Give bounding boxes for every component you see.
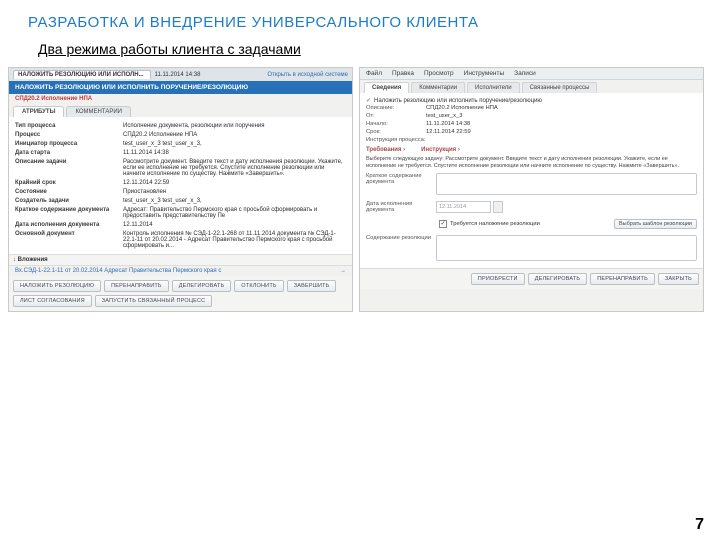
left-tabs: АТРИБУТЫ КОММЕНТАРИИ (9, 106, 352, 117)
rbtn-delegate[interactable]: Делегировать (528, 273, 588, 285)
sec-instruction[interactable]: Инструкция › (421, 144, 460, 154)
btn-select-template[interactable]: Выбрать шаблон резолюции (614, 219, 697, 229)
menu-file[interactable]: Файл (366, 70, 382, 77)
slide-title: РАЗРАБОТКА И ВНЕДРЕНИЕ УНИВЕРСАЛЬНОГО КЛ… (0, 0, 720, 33)
btn-start-linked[interactable]: ЗАПУСТИТЬ СВЯЗАННЫЙ ПРОЦЕСС (95, 295, 213, 307)
tab-attributes[interactable]: АТРИБУТЫ (13, 106, 64, 117)
v-from: test_user_x_3 (426, 113, 697, 119)
input-resolution[interactable] (436, 235, 697, 261)
menu-records[interactable]: Записи (514, 70, 536, 77)
val-maindoc[interactable]: Контроль исполнения № СЭД-1-22.1-268 от … (123, 231, 346, 249)
val-desc: Рассмотрите документ. Введите текст и да… (123, 159, 346, 177)
val-creator[interactable]: test_user_x_3 test_user_x_3, (123, 198, 346, 204)
lbl-maindoc: Основной документ (15, 231, 123, 249)
web-client-panel: НАЛОЖИТЬ РЕЗОЛЮЦИЮ ИЛИ ИСПОЛН... 11.11.2… (8, 67, 353, 312)
window-tab[interactable]: НАЛОЖИТЬ РЕЗОЛЮЦИЮ ИЛИ ИСПОЛН... (13, 70, 151, 79)
v-desc: СПД20.2 Исполнение НПА (426, 105, 697, 111)
right-action-bar: Приобрести Делегировать Перенаправить За… (360, 268, 703, 289)
val-start: 11.11.2014 14:38 (123, 150, 346, 156)
k-from: От: (366, 113, 426, 119)
lbl-res-content: Содержание резолюции (366, 235, 436, 241)
val-initiator[interactable]: test_user_x_3 test_user_x_3, (123, 141, 346, 147)
rtab-linked[interactable]: Связанные процессы (522, 82, 598, 93)
checkbox-need-resolution[interactable]: ✓ (439, 220, 447, 228)
v-begin: 11.11.2014 14:38 (426, 121, 697, 127)
btn-approval-sheet[interactable]: ЛИСТ СОГЛАСОВАНИЯ (13, 295, 92, 307)
lbl-desc: Описание задачи (15, 159, 123, 177)
val-summary: Адресат: Правительство Пермского края с … (123, 207, 346, 219)
calendar-icon[interactable] (493, 201, 503, 213)
lbl-deadline: Крайний срок (15, 180, 123, 186)
lbl-process: Процесс (15, 132, 123, 138)
btn-redirect[interactable]: ПЕРЕНАПРАВИТЬ (104, 280, 169, 292)
attachment-open-icon[interactable]: → (340, 268, 346, 274)
k-due: Срок: (366, 129, 426, 135)
btn-reject[interactable]: ОТКЛОНИТЬ (234, 280, 283, 292)
lbl-exec-date-r: Дата исполнения документа (366, 201, 436, 213)
val-exec-date: 12.11.2014 (123, 222, 346, 228)
attachments-header[interactable]: ↓ Вложения (9, 254, 352, 266)
page-number: 7 (695, 516, 704, 534)
app-menu: Файл Правка Просмотр Инструменты Записи (360, 68, 703, 80)
k-pinstr: Инструкция процесса: (366, 137, 456, 143)
action-bar: НАЛОЖИТЬ РЕЗОЛЮЦИЮ ПЕРЕНАПРАВИТЬ ДЕЛЕГИР… (9, 276, 352, 311)
slide-subtitle: Два режима работы клиента с задачами (0, 33, 720, 63)
v-pinstr (456, 137, 697, 143)
val-type: Исполнение документа, резолюции или пору… (123, 123, 346, 129)
menu-tools[interactable]: Инструменты (464, 70, 505, 77)
right-tabs: Сведения Комментарии Исполнители Связанн… (360, 80, 703, 93)
lbl-creator: Создатель задачи (15, 198, 123, 204)
attachment-link[interactable]: Вх.СЭД-1-22.1-11 от 20.02.2014 Адресат П… (15, 268, 221, 274)
menu-view[interactable]: Просмотр (424, 70, 454, 77)
lbl-state: Состояние (15, 189, 123, 195)
desktop-client-panel: Файл Правка Просмотр Инструменты Записи … (359, 67, 704, 312)
rtab-comments[interactable]: Комментарии (411, 82, 465, 93)
menu-edit[interactable]: Правка (392, 70, 414, 77)
rtab-info[interactable]: Сведения (364, 82, 409, 93)
k-begin: Начало: (366, 121, 426, 127)
sec-requirements[interactable]: Требования › (366, 144, 405, 154)
instruction-text: Выберите следующую задачу: Рассмотрите д… (366, 154, 697, 170)
lbl-summary-r: Краткое содержание документа (366, 173, 436, 185)
input-summary[interactable] (436, 173, 697, 195)
rbtn-redirect[interactable]: Перенаправить (590, 273, 655, 285)
lbl-initiator: Инициатор процесса (15, 141, 123, 147)
process-name: СПД20.2 Исполнение НПА (9, 94, 352, 106)
input-exec-date[interactable]: 12.11.2014 (436, 201, 491, 213)
btn-complete[interactable]: ЗАВЕРШИТЬ (287, 280, 337, 292)
lbl-start: Дата старта (15, 150, 123, 156)
timestamp: 11.11.2014 14:38 (155, 72, 201, 78)
chk-label: Требуется наложение резолюции (450, 221, 540, 227)
open-source-link[interactable]: Открыть в исходной системе (267, 72, 348, 78)
rbtn-acquire[interactable]: Приобрести (471, 273, 525, 285)
val-deadline: 12.11.2014 22:59 (123, 180, 346, 186)
rbtn-close[interactable]: Закрыть (658, 273, 699, 285)
btn-delegate[interactable]: ДЕЛЕГИРОВАТЬ (172, 280, 232, 292)
rtab-executors[interactable]: Исполнители (467, 82, 520, 93)
form-area: Тип процессаИсполнение документа, резолю… (9, 117, 352, 254)
right-body: ✔ Наложить резолюцию или исполнить поруч… (360, 93, 703, 268)
btn-resolution[interactable]: НАЛОЖИТЬ РЕЗОЛЮЦИЮ (13, 280, 101, 292)
k-desc: Описание: (366, 105, 426, 111)
lbl-type: Тип процесса (15, 123, 123, 129)
tab-comments[interactable]: КОММЕНТАРИИ (66, 106, 131, 117)
val-state: Приостановлен (123, 189, 346, 195)
task-title: Наложить резолюцию или исполнить поручен… (374, 98, 542, 104)
task-icon: ✔ (366, 97, 371, 104)
lbl-exec-date: Дата исполнения документа (15, 222, 123, 228)
val-process[interactable]: СПД20.2 Исполнение НПА (123, 132, 346, 138)
window-titlebar: НАЛОЖИТЬ РЕЗОЛЮЦИЮ ИЛИ ИСПОЛН... 11.11.2… (9, 68, 352, 81)
task-header: НАЛОЖИТЬ РЕЗОЛЮЦИЮ ИЛИ ИСПОЛНИТЬ ПОРУЧЕН… (9, 81, 352, 94)
lbl-summary: Краткое содержание документа (15, 207, 123, 219)
v-due: 12.11.2014 22:59 (426, 129, 697, 135)
